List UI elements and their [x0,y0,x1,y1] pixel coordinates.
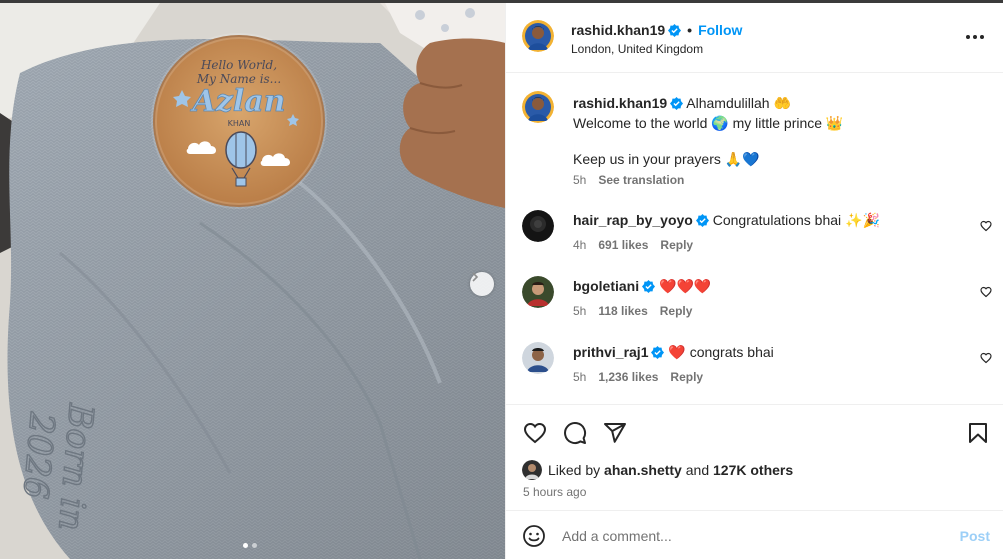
carousel-dots [243,543,257,548]
comment-meta: 5h 1,236 likes Reply [573,370,715,384]
avatar[interactable] [522,276,554,308]
header-username[interactable]: rashid.khan19 [571,22,665,38]
verified-icon [670,97,684,110]
emoji-icon[interactable] [522,524,546,548]
liked-by-others[interactable]: 127K others [713,462,793,478]
comment-meta: 4h 691 likes Reply [573,238,705,252]
comment-likes[interactable]: 691 likes [598,238,648,252]
post-time-ago[interactable]: 5 hours ago [523,485,586,499]
comment-username[interactable]: bgoletiani [573,278,639,294]
comment-like-heart-icon[interactable] [980,286,992,298]
verified-icon [642,280,656,293]
plaque-surname: KHAN [228,119,251,128]
comment-likes[interactable]: 1,236 likes [598,370,658,384]
bookmark-icon[interactable] [966,421,990,445]
post-side-panel: rashid.khan19 • Follow London, United King… [505,3,1003,559]
caption-time[interactable]: 5h [573,173,586,187]
see-translation-button[interactable]: See translation [598,173,684,187]
liked-by-prefix: Liked by [548,462,601,478]
comment-icon[interactable] [563,421,587,445]
caption-line3: Keep us in your prayers 🙏💙 [573,151,760,167]
verified-icon [668,24,682,37]
liked-by-and: and [685,462,710,478]
comment-username[interactable]: hair_rap_by_yoyo [573,212,693,228]
comment-time[interactable]: 4h [573,238,586,252]
comment-time[interactable]: 5h [573,370,586,384]
comment-text: ❤️❤️❤️ [659,278,712,294]
share-icon[interactable] [603,421,627,445]
embroidery-line2: 2026 [15,410,62,501]
post-photo[interactable]: Hello World, My Name is... Azlan KHAN Bo… [0,3,505,559]
avatar[interactable] [522,20,554,52]
carousel-dot-active [243,543,248,548]
chevron-right-icon [472,272,479,282]
liked-by: Liked by ahan.shetty and 127K others [522,460,793,480]
comments-list: rashid.khan19 Alhamdulillah 🤲 Welcome to… [506,74,1003,404]
comment-text-row: prithvi_raj1 ❤️ congrats bhai [573,342,774,362]
avatar[interactable] [522,342,554,374]
carousel-next-button[interactable] [470,272,494,296]
comment-username[interactable]: prithvi_raj1 [573,344,648,360]
post-header: rashid.khan19 • Follow London, United King… [506,3,1003,73]
caption-meta: 5h See translation [573,173,696,187]
caption-line1-row: rashid.khan19 Alhamdulillah 🤲 [573,93,791,113]
reply-button[interactable]: Reply [660,238,693,252]
heart-icon[interactable] [523,421,547,445]
more-icon [966,35,970,39]
header-location[interactable]: London, United Kingdom [571,42,703,56]
verified-icon [651,346,665,359]
comment-text: ❤️ congrats bhai [668,344,774,360]
add-comment-bar: Post [506,510,1003,559]
reply-button[interactable]: Reply [670,370,703,384]
comment-text-row: hair_rap_by_yoyo Congratulations bhai ✨🎉 [573,210,880,230]
carousel-dot [252,543,257,548]
comment-like-heart-icon[interactable] [980,352,992,364]
caption-line2: Welcome to the world 🌍 my little prince … [573,115,844,131]
liked-by-user[interactable]: ahan.shetty [604,462,682,478]
follow-button[interactable]: Follow [698,22,742,38]
avatar[interactable] [522,460,542,480]
comment-like-heart-icon[interactable] [980,220,992,232]
comment-input[interactable] [562,525,942,547]
comment-meta: 5h 118 likes Reply [573,304,704,318]
caption-line1: Alhamdulillah 🤲 [686,95,791,111]
avatar[interactable] [522,210,554,242]
avatar[interactable] [522,91,554,123]
photo-illustration: Hello World, My Name is... Azlan KHAN Bo… [0,3,505,559]
more-options-button[interactable] [963,29,987,45]
verified-icon [695,214,709,227]
comment-time[interactable]: 5h [573,304,586,318]
header-username-row: rashid.khan19 • Follow [571,22,742,38]
comment-text-row: bgoletiani ❤️❤️❤️ [573,276,711,296]
comment-likes[interactable]: 118 likes [598,304,647,318]
post-button[interactable]: Post [960,528,990,544]
plaque-line1: Hello World, [200,58,277,72]
plaque-name: Azlan [190,84,286,119]
comment-text: Congratulations bhai ✨🎉 [712,212,880,228]
header-separator: • [687,22,693,38]
reply-button[interactable]: Reply [660,304,693,318]
post-actions: Liked by ahan.shetty and 127K others 5 h… [506,404,1003,512]
caption-username[interactable]: rashid.khan19 [573,95,667,111]
